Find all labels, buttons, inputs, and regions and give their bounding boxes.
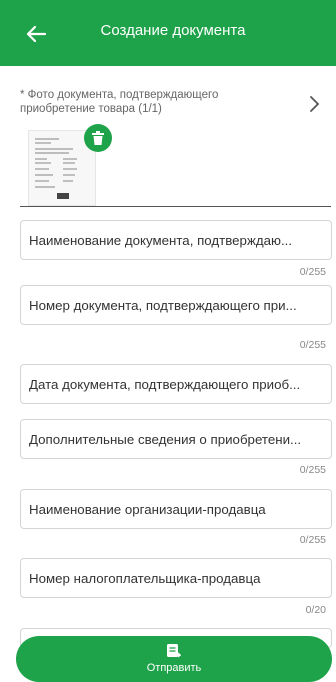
seller-name-placeholder: Наименование организации-продавца — [29, 501, 266, 517]
page-title: Создание документа — [100, 22, 246, 39]
seller-inn-field[interactable]: Номер налогоплательщика-продавца — [20, 558, 332, 598]
seller-name-field[interactable]: Наименование организации-продавца — [20, 489, 332, 529]
document-number-placeholder: Номер документа, подтверждающего при... — [29, 297, 297, 313]
photo-section: * Фото документа, подтверждающего приобр… — [20, 88, 330, 206]
document-date-field[interactable]: Дата документа, подтверждающего приоб... — [20, 364, 332, 404]
document-number-field[interactable]: Номер документа, подтверждающего при... — [20, 285, 332, 325]
delete-photo-button[interactable] — [84, 124, 112, 152]
document-name-placeholder: Наименование документа, подтверждаю... — [29, 232, 293, 248]
app-header: Создание документа — [0, 0, 336, 66]
document-date-placeholder: Дата документа, подтверждающего приоб... — [29, 376, 301, 392]
chevron-right-icon[interactable] — [306, 92, 324, 116]
submit-label: Отправить — [146, 662, 202, 674]
additional-info-counter: 0/255 — [299, 464, 326, 476]
seller-inn-placeholder: Номер налогоплательщика-продавца — [29, 570, 261, 586]
seller-name-counter: 0/255 — [299, 534, 326, 546]
additional-info-placeholder: Дополнительные сведения о приобретени... — [29, 431, 302, 447]
seller-inn-counter: 0/20 — [305, 604, 326, 616]
document-name-counter: 0/255 — [299, 266, 326, 278]
trash-icon — [92, 131, 104, 145]
additional-info-field[interactable]: Дополнительные сведения о приобретени... — [20, 419, 332, 459]
submit-button[interactable]: Отправить — [16, 636, 332, 682]
document-number-counter: 0/255 — [299, 339, 326, 351]
document-send-icon — [167, 644, 181, 658]
document-name-field[interactable]: Наименование документа, подтверждаю... — [20, 220, 332, 260]
divider — [20, 206, 331, 207]
photo-label: * Фото документа, подтверждающего приобр… — [20, 89, 219, 115]
